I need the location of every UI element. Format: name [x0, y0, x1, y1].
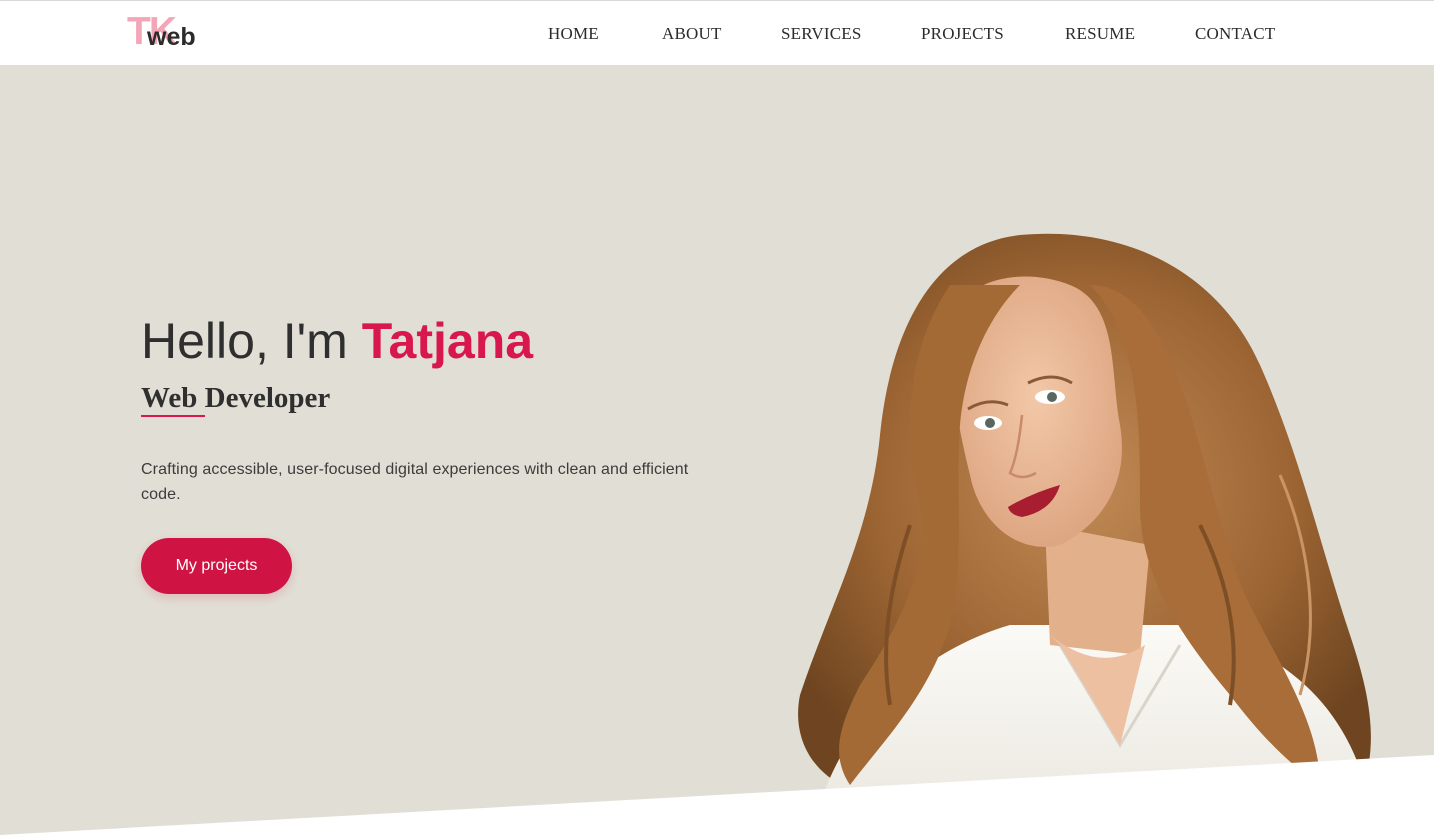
site-header: TK web HOME ABOUT SERVICES PROJECTS RESU… [0, 0, 1434, 65]
nav-item-home[interactable]: HOME [548, 24, 599, 44]
role-underline [141, 415, 205, 417]
hero-section: Hello, I'm Tatjana Web Developer Craftin… [0, 65, 1434, 835]
nav-item-resume[interactable]: RESUME [1065, 24, 1135, 44]
main-nav: HOME ABOUT SERVICES PROJECTS RESUME CONT… [0, 1, 1434, 66]
my-projects-button[interactable]: My projects [141, 538, 292, 594]
nav-item-projects[interactable]: PROJECTS [921, 24, 1004, 44]
nav-item-about[interactable]: ABOUT [662, 24, 722, 44]
hero-name: Tatjana [361, 313, 534, 369]
hero-tagline: Crafting accessible, user-focused digita… [141, 461, 689, 503]
hero-heading: Hello, I'm Tatjana [141, 311, 533, 371]
hero-role: Web Developer [141, 382, 331, 414]
hero-divider [0, 755, 1434, 835]
nav-item-services[interactable]: SERVICES [781, 24, 862, 44]
nav-item-contact[interactable]: CONTACT [1195, 24, 1275, 44]
greeting-prefix: Hello, I'm [141, 313, 362, 369]
